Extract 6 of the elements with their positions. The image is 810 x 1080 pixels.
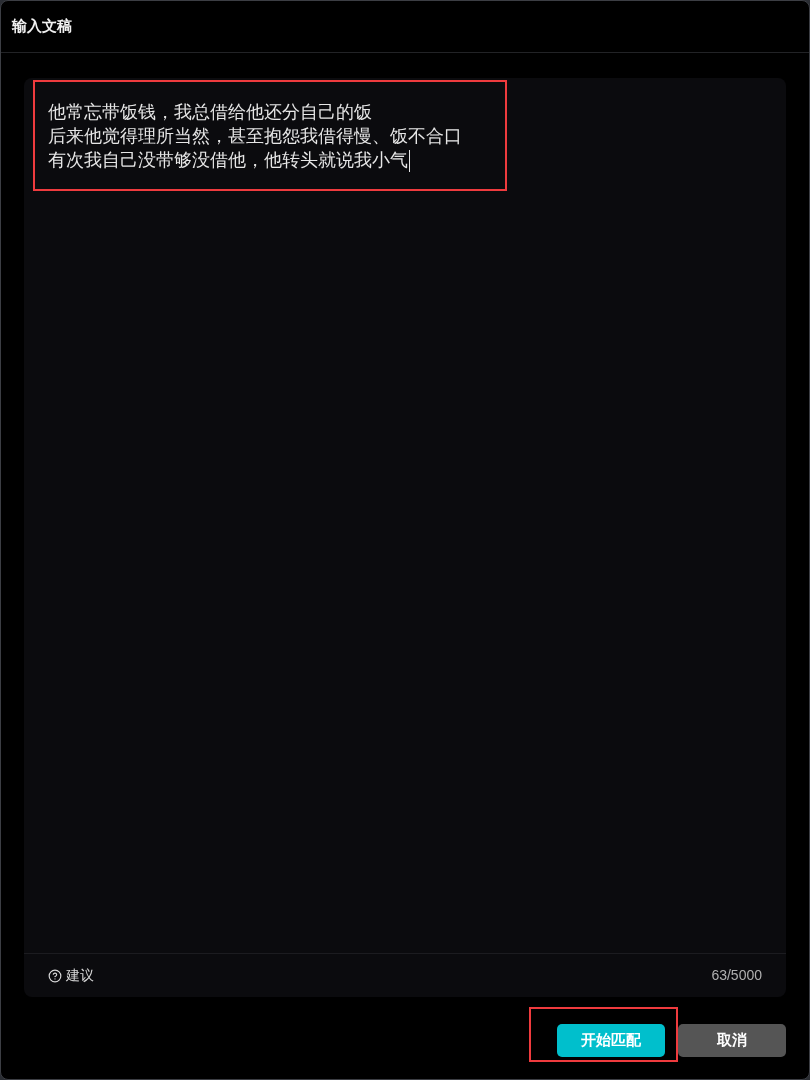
text-input-field[interactable]: 他常忘带饭钱，我总借给他还分自己的饭 后来他觉得理所当然，甚至抱怨我借得慢、饭不合口 有次我自己没带够没借他，他转头就说我小气 xyxy=(48,100,462,173)
character-count: 63/5000 xyxy=(711,966,762,985)
cancel-button[interactable]: 取消 xyxy=(678,1024,786,1057)
help-icon[interactable] xyxy=(48,968,62,983)
window-title: 输入文稿 xyxy=(12,16,72,37)
suggestion-link[interactable]: 建议 xyxy=(66,965,94,986)
